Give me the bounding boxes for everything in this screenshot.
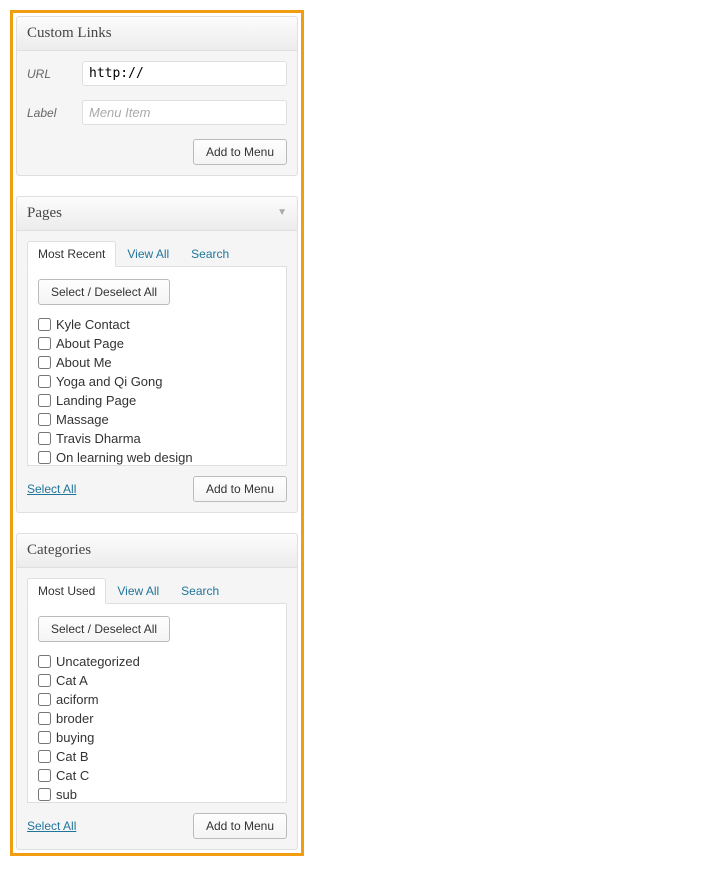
page-checkbox[interactable] bbox=[38, 337, 51, 350]
list-item[interactable]: aciform bbox=[38, 690, 276, 709]
add-to-menu-button[interactable]: Add to Menu bbox=[193, 813, 287, 839]
page-checkbox[interactable] bbox=[38, 375, 51, 388]
tab-view-all[interactable]: View All bbox=[106, 578, 170, 603]
tab-most-recent[interactable]: Most Recent bbox=[27, 241, 116, 267]
label-row: Label bbox=[27, 100, 287, 125]
page-item-label: About Page bbox=[56, 336, 124, 351]
highlight-container: Custom Links URL Label Add to Menu Pages… bbox=[10, 10, 304, 856]
category-checkbox[interactable] bbox=[38, 693, 51, 706]
categories-tabs: Most Used View All Search bbox=[17, 568, 297, 603]
pages-panel[interactable]: Select / Deselect All Kyle Contact About… bbox=[27, 266, 287, 466]
tab-most-used[interactable]: Most Used bbox=[27, 578, 106, 604]
category-item-label: Cat A bbox=[56, 673, 88, 688]
categories-metabox: Categories Most Used View All Search Sel… bbox=[16, 533, 298, 850]
custom-links-button-row: Add to Menu bbox=[27, 139, 287, 165]
list-item[interactable]: sub bbox=[38, 785, 276, 803]
label-input[interactable] bbox=[82, 100, 287, 125]
category-checkbox[interactable] bbox=[38, 731, 51, 744]
list-item[interactable]: Uncategorized bbox=[38, 652, 276, 671]
select-all-link[interactable]: Select All bbox=[27, 819, 76, 833]
page-item-label: Yoga and Qi Gong bbox=[56, 374, 163, 389]
page-checkbox[interactable] bbox=[38, 356, 51, 369]
category-checkbox[interactable] bbox=[38, 674, 51, 687]
categories-checklist: Uncategorized Cat A aciform broder buyin… bbox=[38, 652, 276, 803]
category-checkbox[interactable] bbox=[38, 788, 51, 801]
categories-body: Most Used View All Search Select / Desel… bbox=[17, 568, 297, 849]
page-item-label: Massage bbox=[56, 412, 109, 427]
category-checkbox[interactable] bbox=[38, 712, 51, 725]
category-item-label: Cat C bbox=[56, 768, 89, 783]
pages-tabs: Most Recent View All Search bbox=[17, 231, 297, 266]
tab-view-all[interactable]: View All bbox=[116, 241, 180, 266]
category-checkbox[interactable] bbox=[38, 655, 51, 668]
custom-links-title: Custom Links bbox=[27, 25, 112, 41]
url-row: URL bbox=[27, 61, 287, 86]
pages-header[interactable]: Pages ▼ bbox=[17, 197, 297, 231]
page-item-label: Travis Dharma bbox=[56, 431, 141, 446]
list-item[interactable]: Landing Page bbox=[38, 391, 276, 410]
list-item[interactable]: broder bbox=[38, 709, 276, 728]
page-item-label: On learning web design bbox=[56, 450, 193, 465]
page-checkbox[interactable] bbox=[38, 394, 51, 407]
url-input[interactable] bbox=[82, 61, 287, 86]
list-item[interactable]: Cat A bbox=[38, 671, 276, 690]
page-item-label: Kyle Contact bbox=[56, 317, 130, 332]
categories-select-deselect-row: Select / Deselect All bbox=[38, 616, 276, 642]
pages-checklist: Kyle Contact About Page About Me Yoga an… bbox=[38, 315, 276, 466]
list-item[interactable]: About Page bbox=[38, 334, 276, 353]
tab-search[interactable]: Search bbox=[170, 578, 230, 603]
list-item[interactable]: Yoga and Qi Gong bbox=[38, 372, 276, 391]
list-item[interactable]: Kyle Contact bbox=[38, 315, 276, 334]
page-checkbox[interactable] bbox=[38, 451, 51, 464]
category-item-label: buying bbox=[56, 730, 94, 745]
category-item-label: sub bbox=[56, 787, 77, 802]
pages-bottom-row: Select All Add to Menu bbox=[17, 466, 297, 512]
page-item-label: About Me bbox=[56, 355, 112, 370]
page-checkbox[interactable] bbox=[38, 432, 51, 445]
list-item[interactable]: Cat C bbox=[38, 766, 276, 785]
url-label: URL bbox=[27, 67, 82, 81]
pages-title: Pages bbox=[27, 205, 62, 221]
custom-links-header[interactable]: Custom Links bbox=[17, 17, 297, 51]
category-checkbox[interactable] bbox=[38, 750, 51, 763]
add-to-menu-button[interactable]: Add to Menu bbox=[193, 139, 287, 165]
add-to-menu-button[interactable]: Add to Menu bbox=[193, 476, 287, 502]
categories-title: Categories bbox=[27, 542, 91, 558]
list-item[interactable]: Cat B bbox=[38, 747, 276, 766]
pages-body: Most Recent View All Search Select / Des… bbox=[17, 231, 297, 512]
list-item[interactable]: Travis Dharma bbox=[38, 429, 276, 448]
category-checkbox[interactable] bbox=[38, 769, 51, 782]
tab-search[interactable]: Search bbox=[180, 241, 240, 266]
page-checkbox[interactable] bbox=[38, 413, 51, 426]
list-item[interactable]: buying bbox=[38, 728, 276, 747]
select-deselect-all-button[interactable]: Select / Deselect All bbox=[38, 616, 170, 642]
category-item-label: aciform bbox=[56, 692, 99, 707]
chevron-down-icon[interactable]: ▼ bbox=[277, 207, 287, 218]
list-item[interactable]: On learning web design bbox=[38, 448, 276, 466]
category-item-label: Uncategorized bbox=[56, 654, 140, 669]
categories-header[interactable]: Categories bbox=[17, 534, 297, 568]
list-item[interactable]: Massage bbox=[38, 410, 276, 429]
pages-select-deselect-row: Select / Deselect All bbox=[38, 279, 276, 305]
select-all-link[interactable]: Select All bbox=[27, 482, 76, 496]
categories-bottom-row: Select All Add to Menu bbox=[17, 803, 297, 849]
pages-metabox: Pages ▼ Most Recent View All Search Sele… bbox=[16, 196, 298, 513]
category-item-label: broder bbox=[56, 711, 94, 726]
category-item-label: Cat B bbox=[56, 749, 89, 764]
page-checkbox[interactable] bbox=[38, 318, 51, 331]
custom-links-metabox: Custom Links URL Label Add to Menu bbox=[16, 16, 298, 176]
label-label: Label bbox=[27, 106, 82, 120]
page-item-label: Landing Page bbox=[56, 393, 136, 408]
select-deselect-all-button[interactable]: Select / Deselect All bbox=[38, 279, 170, 305]
categories-panel[interactable]: Select / Deselect All Uncategorized Cat … bbox=[27, 603, 287, 803]
custom-links-body: URL Label Add to Menu bbox=[17, 51, 297, 175]
list-item[interactable]: About Me bbox=[38, 353, 276, 372]
